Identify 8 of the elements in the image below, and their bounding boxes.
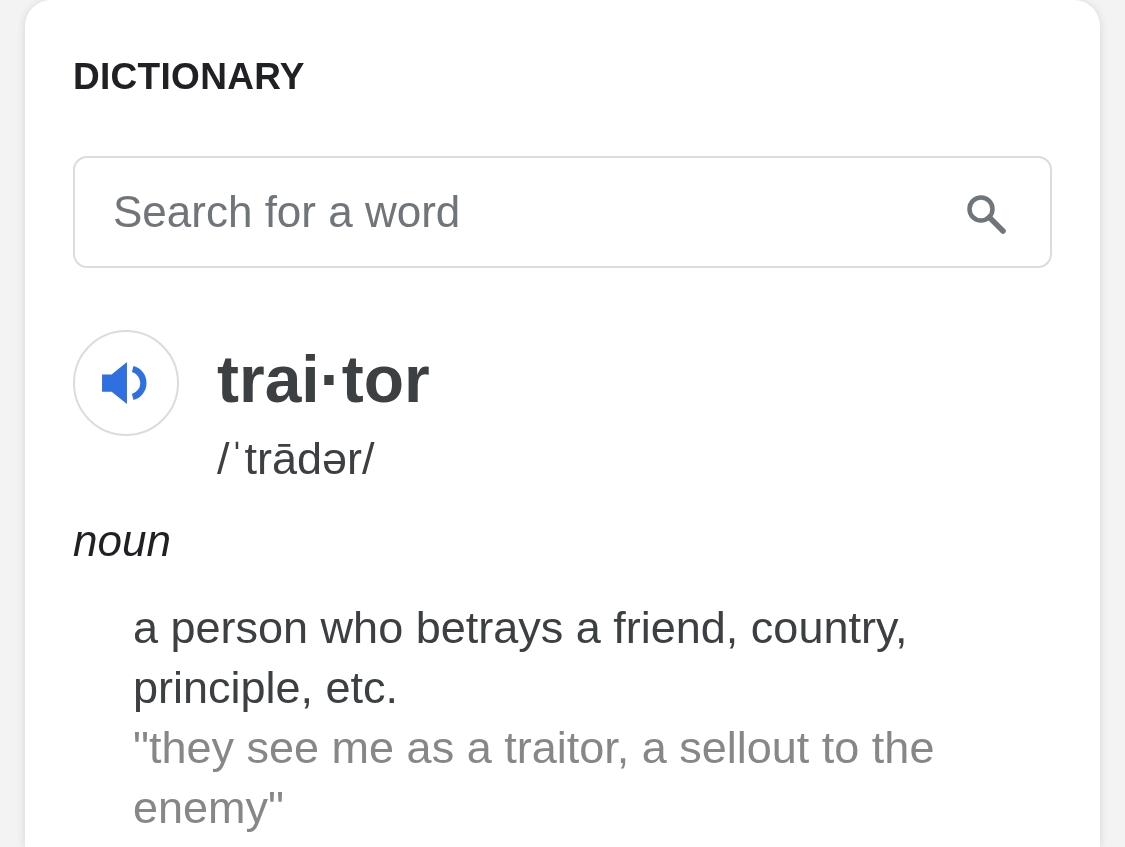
search-field[interactable]: Search for a word <box>73 156 1052 268</box>
section-title: DICTIONARY <box>73 55 306 99</box>
search-icon[interactable] <box>966 194 1006 234</box>
part-of-speech: noun <box>73 515 172 567</box>
definition-text: a person who betrays a friend, country, principle, etc. <box>133 601 909 715</box>
headword: trai·tor <box>217 343 430 415</box>
pronunciation: /ˈtrādər/ <box>217 433 376 485</box>
example-sentence: "they see me as a traitor, a sellout to the enemy" <box>133 721 936 835</box>
